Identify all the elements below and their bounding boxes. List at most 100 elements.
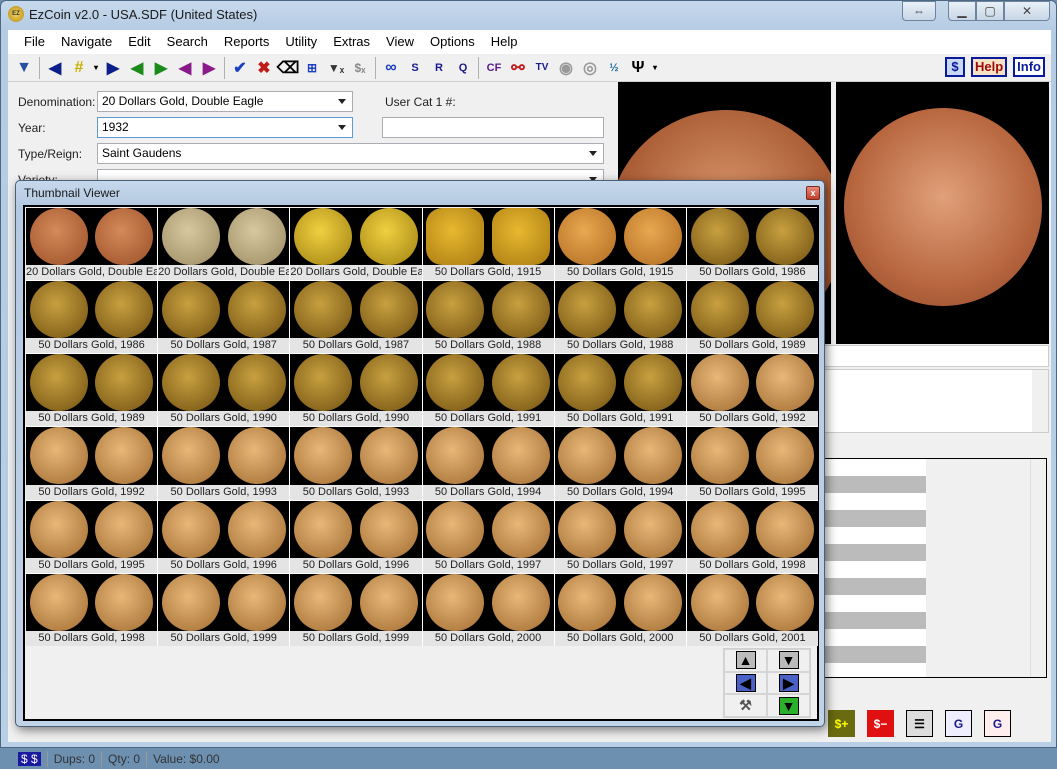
scroll-up-button[interactable]: ▲: [724, 649, 767, 672]
thumbnail-item[interactable]: 50 Dollars Gold, 1996: [290, 500, 422, 573]
prev-purple-icon[interactable]: ◀: [173, 56, 197, 80]
thumbnail-item[interactable]: 50 Dollars Gold, 1994: [554, 427, 686, 500]
next-record-icon[interactable]: ▶: [101, 56, 125, 80]
select-button[interactable]: ▼: [767, 694, 810, 717]
next-purple-icon[interactable]: ▶: [197, 56, 221, 80]
thumbnail-item[interactable]: 50 Dollars Gold, 1986: [26, 281, 158, 354]
thumbnail-item[interactable]: 50 Dollars Gold, 1991: [554, 354, 686, 427]
menu-file[interactable]: File: [16, 30, 53, 54]
menu-extras[interactable]: Extras: [325, 30, 378, 54]
links-icon[interactable]: ⚯: [506, 56, 530, 80]
thumbnail-item[interactable]: 50 Dollars Gold, 1987: [158, 281, 290, 354]
q-icon[interactable]: Q: [451, 56, 475, 80]
cf-icon[interactable]: CF: [482, 56, 506, 80]
scroll-right-button[interactable]: ▶: [767, 671, 810, 695]
thumbnail-item[interactable]: 50 Dollars Gold, 1997: [422, 500, 554, 573]
type-select[interactable]: Saint Gaudens: [97, 143, 604, 164]
thumbnail-item[interactable]: 20 Dollars Gold, Double Eagle, 2009: [290, 208, 422, 281]
denomination-select[interactable]: 20 Dollars Gold, Double Eagle: [97, 91, 353, 112]
thumbnail-item[interactable]: 50 Dollars Gold, 1992: [686, 354, 818, 427]
tv-icon[interactable]: TV: [530, 56, 554, 80]
thumbnail-item[interactable]: 50 Dollars Gold, 1987: [290, 281, 422, 354]
remove-price-icon[interactable]: $−: [867, 710, 894, 737]
dropdown-icon[interactable]: ▾: [650, 56, 660, 80]
notes-textarea[interactable]: [823, 369, 1049, 433]
maximize-button[interactable]: ▢: [976, 1, 1004, 21]
thumbnail-item[interactable]: 50 Dollars Gold, 1995: [26, 500, 158, 573]
menu-options[interactable]: Options: [422, 30, 483, 54]
clear-filter-icon[interactable]: ▼ₓ: [324, 56, 348, 80]
grade-icon[interactable]: G: [945, 710, 972, 737]
s-icon[interactable]: S: [403, 56, 427, 80]
prev-record-icon[interactable]: ◀: [43, 56, 67, 80]
thumbnail-item[interactable]: 50 Dollars Gold, 1915: [422, 208, 554, 281]
thumbnail-item[interactable]: 50 Dollars Gold, 1998: [686, 500, 818, 573]
thumbnail-item[interactable]: 50 Dollars Gold, 1992: [26, 427, 158, 500]
thumbnail-item[interactable]: 50 Dollars Gold, 2000: [422, 573, 554, 646]
thumbnail-item[interactable]: 50 Dollars Gold, 1999: [290, 573, 422, 646]
info-button[interactable]: Info: [1013, 57, 1045, 77]
psi-icon[interactable]: Ψ: [626, 56, 650, 80]
thumbnail-item[interactable]: 50 Dollars Gold, 1995: [686, 427, 818, 500]
thumbnail-item[interactable]: 20 Dollars Gold, Double Eagle, MCMVII: [158, 208, 290, 281]
filter-icon[interactable]: ▼: [12, 56, 36, 80]
grade-delete-icon[interactable]: G: [984, 710, 1011, 737]
reverse-image[interactable]: [836, 82, 1049, 344]
scroll-left-button[interactable]: ◀: [724, 671, 767, 695]
thumbnail-item[interactable]: 50 Dollars Gold, 1988: [422, 281, 554, 354]
thumbnail-item[interactable]: 50 Dollars Gold, 1997: [554, 500, 686, 573]
minimize-button[interactable]: ▁: [948, 1, 976, 21]
menu-help[interactable]: Help: [483, 30, 526, 54]
scrollbar[interactable]: [1030, 459, 1046, 677]
thumbnail-item[interactable]: 50 Dollars Gold, 2000: [554, 573, 686, 646]
thumbnail-item[interactable]: 50 Dollars Gold, 1988: [554, 281, 686, 354]
clear-price-icon[interactable]: $ₓ: [348, 56, 372, 80]
help-button[interactable]: Help: [971, 57, 1008, 77]
thumbnail-item[interactable]: 50 Dollars Gold, 1994: [422, 427, 554, 500]
thumbnail-item[interactable]: 20 Dollars Gold, Double Eagle, 1932: [26, 208, 158, 281]
restore-button[interactable]: ⇔: [902, 1, 936, 21]
thumbnail-item[interactable]: 50 Dollars Gold, 1990: [290, 354, 422, 427]
thumbnail-item[interactable]: 50 Dollars Gold, 1990: [158, 354, 290, 427]
coin-icon[interactable]: ◉: [554, 56, 578, 80]
year-select[interactable]: 1932: [97, 117, 353, 138]
thumbnail-item[interactable]: 50 Dollars Gold, 1989: [686, 281, 818, 354]
scroll-down-button[interactable]: ▼: [767, 649, 810, 672]
r-icon[interactable]: R: [427, 56, 451, 80]
menu-utility[interactable]: Utility: [277, 30, 325, 54]
thumbnail-item[interactable]: 50 Dollars Gold, 1993: [290, 427, 422, 500]
goto-record-icon[interactable]: #: [67, 56, 91, 80]
thumbnail-item[interactable]: 50 Dollars Gold, 1998: [26, 573, 158, 646]
cancel-icon[interactable]: ✖: [252, 56, 276, 80]
thumbnail-item[interactable]: 50 Dollars Gold, 1915: [554, 208, 686, 281]
next-green-icon[interactable]: ▶: [149, 56, 173, 80]
binoculars-icon[interactable]: ∞: [379, 56, 403, 80]
usercat-input[interactable]: [382, 117, 604, 138]
menu-edit[interactable]: Edit: [120, 30, 158, 54]
menu-reports[interactable]: Reports: [216, 30, 278, 54]
thumbnail-item[interactable]: 50 Dollars Gold, 1991: [422, 354, 554, 427]
tree-icon[interactable]: ⊞: [300, 56, 324, 80]
thumbnail-item[interactable]: 50 Dollars Gold, 1993: [158, 427, 290, 500]
thumbnail-item[interactable]: 50 Dollars Gold, 1986: [686, 208, 818, 281]
globe-icon[interactable]: ◎: [578, 56, 602, 80]
close-icon[interactable]: x: [806, 186, 820, 200]
dropdown-icon[interactable]: ▾: [91, 56, 101, 80]
prev-green-icon[interactable]: ◀: [125, 56, 149, 80]
menu-view[interactable]: View: [378, 30, 422, 54]
check-icon[interactable]: ✔: [228, 56, 252, 80]
details-field[interactable]: [823, 345, 1049, 367]
thumbnail-item[interactable]: 50 Dollars Gold, 1999: [158, 573, 290, 646]
thumbnail-item[interactable]: 50 Dollars Gold, 1989: [26, 354, 158, 427]
menu-search[interactable]: Search: [159, 30, 216, 54]
price-button[interactable]: $: [945, 57, 965, 77]
scrollbar[interactable]: [1032, 370, 1048, 432]
tools-button[interactable]: ⚒: [724, 694, 767, 717]
sort-icon[interactable]: ½: [602, 56, 626, 80]
list-icon[interactable]: ☰: [906, 710, 933, 737]
add-price-icon[interactable]: $+: [828, 710, 855, 737]
menu-navigate[interactable]: Navigate: [53, 30, 120, 54]
value-list-rows[interactable]: [824, 459, 926, 677]
close-button[interactable]: ✕: [1004, 1, 1050, 21]
thumbnail-item[interactable]: 50 Dollars Gold, 1996: [158, 500, 290, 573]
